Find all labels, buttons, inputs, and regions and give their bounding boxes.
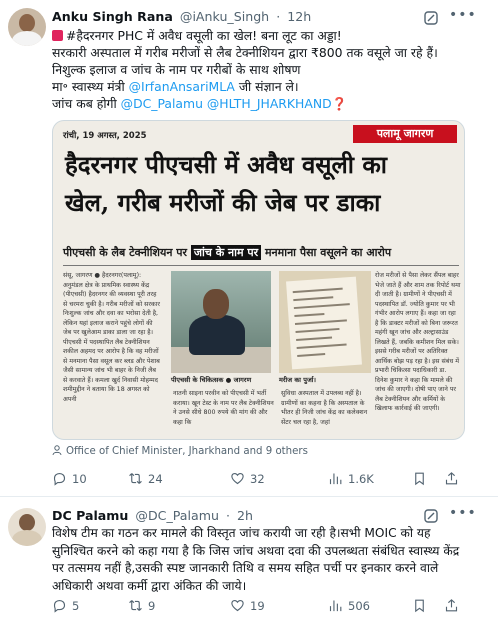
author-name[interactable]: DC Palamu xyxy=(52,508,128,523)
like-button[interactable]: 32 xyxy=(230,471,265,489)
tweet-line: विशेष टीम का गठन कर मामले की विस्तृत जां… xyxy=(52,526,431,540)
tweet-text: #हैदरनगर PHC में अवैध वसूली का खेल! बना … xyxy=(52,27,484,112)
newspaper-headline: खेल, गरीब मरीजों की जेब पर डाका xyxy=(65,188,381,217)
bookmark-icon xyxy=(415,599,424,613)
reply-icon xyxy=(53,599,66,613)
newspaper-headline: हैदरनगर पीएचसी में अवैध वसूली का xyxy=(65,150,388,179)
siren-icon xyxy=(52,30,63,41)
action-bar: 10 24 32 1.6K xyxy=(52,471,492,491)
avatar[interactable] xyxy=(8,8,46,46)
tweet-text: विशेष टीम का गठन कर मामले की विस्तृत जां… xyxy=(52,525,484,595)
views-count: 1.6K xyxy=(348,472,374,486)
grok-icon[interactable] xyxy=(423,10,439,26)
share-button[interactable] xyxy=(444,471,459,489)
views-icon xyxy=(329,473,342,485)
like-icon xyxy=(231,599,244,612)
tweet-time[interactable]: 2h xyxy=(237,508,253,523)
photo-caption: पीएचसी के चिकित्सक ● जागरण xyxy=(171,376,252,384)
retweet-icon xyxy=(129,473,142,484)
grok-icon[interactable] xyxy=(423,508,439,524)
question-emoji: ❓ xyxy=(331,96,348,111)
views-button[interactable]: 506 xyxy=(328,598,370,616)
divider xyxy=(63,265,459,266)
author-handle[interactable]: @iAnku_Singh xyxy=(180,9,269,24)
tweet-line: सरकारी अस्पताल में गरीब मरीजों से लैब टे… xyxy=(52,45,438,60)
mention-link[interactable]: @IrfanAnsariMLA xyxy=(129,79,235,94)
bookmark-icon xyxy=(415,472,424,486)
more-icon[interactable]: ••• xyxy=(449,8,476,26)
author-handle[interactable]: @DC_Palamu xyxy=(135,508,219,523)
like-count: 19 xyxy=(250,599,265,613)
newspaper-column: सुविधा अस्पताल में उपलब्ध नहीं है। ग्राम… xyxy=(281,390,368,426)
reply-count: 10 xyxy=(72,472,87,486)
tweet-header: DC Palamu @DC_Palamu · 2h xyxy=(52,508,254,523)
bookmark-button[interactable] xyxy=(412,471,427,489)
retweet-button[interactable]: 9 xyxy=(128,598,155,616)
like-button[interactable]: 19 xyxy=(230,598,265,616)
share-icon xyxy=(445,472,458,485)
reply-count: 5 xyxy=(72,599,80,613)
reply-button[interactable]: 10 xyxy=(52,471,87,489)
tweet-image[interactable]: रांची, 19 अगस्त, 2025 पलामू जागरण हैदरनग… xyxy=(52,120,465,440)
newspaper-column: रोज मरीजों से पैसा लेकर सैंपल बाहर भेजे … xyxy=(375,272,461,412)
tweet-header: Anku Singh Rana @iAnku_Singh · 12h xyxy=(52,9,312,24)
person-icon xyxy=(52,445,62,455)
subheadline-highlight: जांच के नाम पर xyxy=(190,245,262,260)
mention-link[interactable]: @DC_Palamu xyxy=(121,96,203,111)
tweet-line: जांच कब होगी xyxy=(52,96,117,111)
like-count: 32 xyxy=(250,472,265,486)
tweet-line: जी संज्ञान ले। xyxy=(238,79,299,94)
action-bar: 5 9 19 506 xyxy=(52,598,492,618)
more-icon[interactable]: ••• xyxy=(449,506,476,524)
newspaper-date: रांची, 19 अगस्त, 2025 xyxy=(63,131,147,141)
views-count: 506 xyxy=(348,599,370,613)
tweet-line: #हैदरनगर PHC में अवैध वसूली का खेल! बना … xyxy=(66,28,342,43)
bookmark-button[interactable] xyxy=(412,598,427,616)
tweet-line: अधिकारी अथवा कर्मी द्वारा अंकित की जाये। xyxy=(52,578,247,593)
tweet[interactable]: Anku Singh Rana @iAnku_Singh · 12h ••• #… xyxy=(0,0,498,496)
author-name[interactable]: Anku Singh Rana xyxy=(52,9,173,24)
retweet-count: 9 xyxy=(148,599,156,613)
avatar[interactable] xyxy=(8,508,46,546)
newspaper-brand: पलामू जागरण xyxy=(353,125,457,143)
tweet-line: सुनिश्चित करने को कहा गया है कि जिस जांच… xyxy=(52,543,460,558)
share-button[interactable] xyxy=(444,598,459,616)
tweet-line: मा॰ स्वास्थ्य मंत्री xyxy=(52,79,125,94)
like-icon xyxy=(231,472,244,485)
newspaper-subheadline: पीएचसी के लैब टेक्नीशियन पर जांच के नाम … xyxy=(63,243,459,263)
share-icon xyxy=(445,599,458,612)
receipt-photo xyxy=(279,271,371,373)
tweet-line: पर तत्समय नहीं है,उसकी स्पष्ट जानकारी ति… xyxy=(52,561,439,575)
image-credit[interactable]: Office of Chief Minister, Jharkhand and … xyxy=(52,445,308,459)
doctor-photo xyxy=(171,271,271,373)
views-button[interactable]: 1.6K xyxy=(328,471,374,489)
retweet-icon xyxy=(129,600,142,611)
subheadline-text: मनमाना पैसा वसूलने का आरोप xyxy=(264,246,392,259)
tweet-line: निशुल्क इलाज व जांच के नाम पर गरीबों के … xyxy=(52,62,301,77)
tweet-divider xyxy=(0,496,498,497)
newspaper-column: संसू, जागरण ● हैदरनगर(पलामू): अनुमंडल क्… xyxy=(63,272,160,403)
newspaper-column: नातनी साइना परवीन को पीएचसी में भर्ती कर… xyxy=(173,390,274,426)
mention-link[interactable]: @HLTH_JHARKHAND xyxy=(207,96,332,111)
tweet-time[interactable]: 12h xyxy=(287,9,311,24)
retweet-button[interactable]: 24 xyxy=(128,471,163,489)
reply-icon xyxy=(53,472,66,486)
views-icon xyxy=(329,600,342,612)
retweet-count: 24 xyxy=(148,472,163,486)
credit-text: Office of Chief Minister, Jharkhand and … xyxy=(66,446,308,457)
reply-button[interactable]: 5 xyxy=(52,598,79,616)
subheadline-text: पीएचसी के लैब टेक्नीशियन पर xyxy=(63,246,188,259)
photo-caption: मरीज का पुर्जा। xyxy=(279,376,316,384)
